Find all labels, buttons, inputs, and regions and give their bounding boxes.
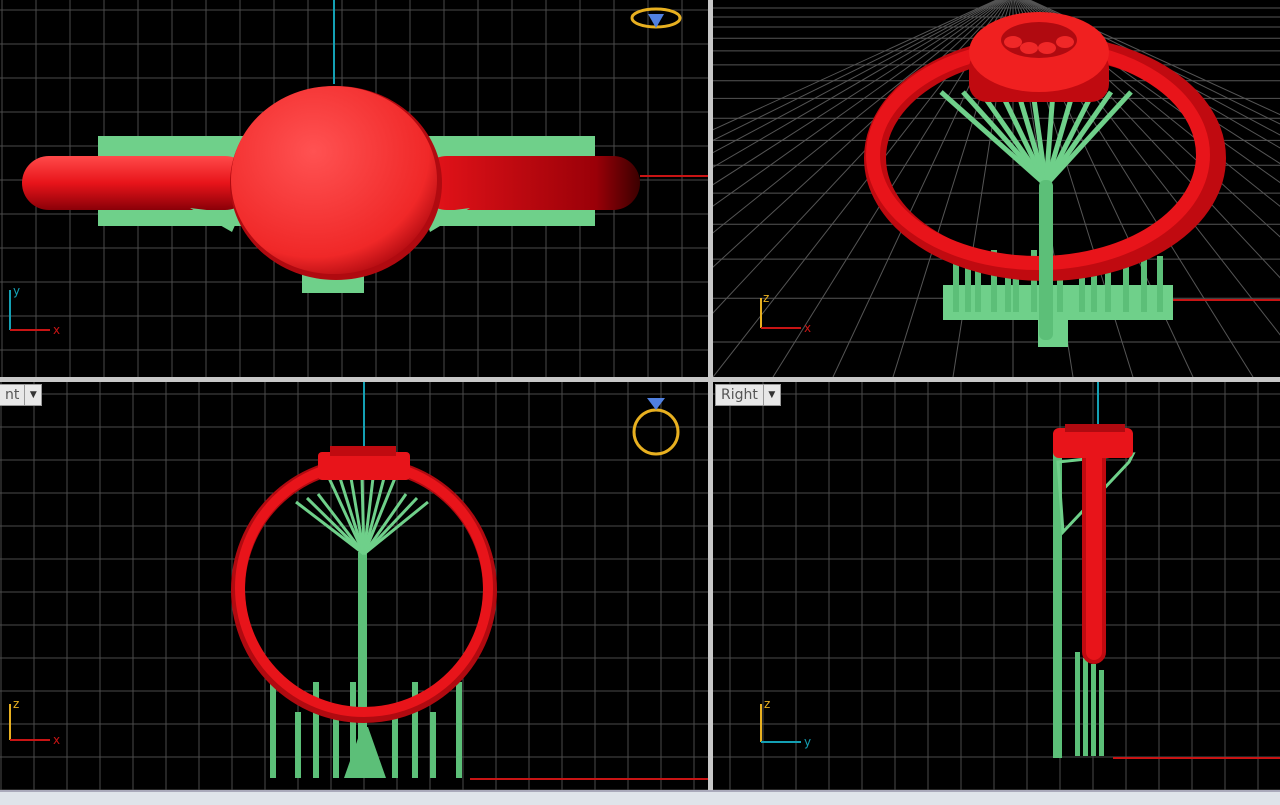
svg-text:x: x [53, 323, 60, 337]
gumball-ring-icon[interactable] [630, 7, 682, 29]
axis-widget-icon: z x [760, 291, 811, 335]
shank-left [22, 156, 252, 210]
main-sprue [1039, 180, 1053, 340]
viewport-front[interactable]: z x nt ▼ [0, 382, 708, 790]
viewport-tab-front[interactable]: nt ▼ [0, 384, 43, 406]
svg-text:x: x [804, 321, 811, 335]
axis-widget-icon: z y [760, 697, 811, 749]
svg-text:y: y [13, 284, 20, 298]
front-view-canvas: z x [0, 382, 708, 790]
viewport-top[interactable]: y x [0, 0, 708, 377]
ring-head-right [1053, 428, 1133, 458]
dropdown-arrow-icon[interactable]: ▼ [24, 385, 41, 405]
viewport-divider-horizontal[interactable] [0, 377, 1280, 382]
svg-text:z: z [764, 697, 770, 711]
axis-widget-icon: y x [9, 284, 60, 337]
dropdown-arrow-icon[interactable]: ▼ [762, 385, 780, 405]
top-view-canvas: y x [0, 0, 708, 377]
ring-head-front [318, 452, 410, 480]
right-view-canvas: z y [713, 382, 1280, 790]
viewport-tab-right[interactable]: Right ▼ [715, 384, 781, 406]
viewport-perspective[interactable]: z x [713, 0, 1280, 377]
svg-text:z: z [763, 291, 769, 305]
perspective-view-canvas: z x [713, 0, 1280, 377]
svg-text:y: y [804, 735, 811, 749]
viewport-right[interactable]: z y Right ▼ [713, 382, 1280, 790]
gumball-ring-icon[interactable] [632, 398, 680, 456]
ring-head-top [231, 86, 437, 274]
shank-right [420, 156, 640, 210]
viewport-divider-vertical[interactable] [708, 0, 713, 790]
axis-widget-icon: z x [9, 697, 60, 747]
svg-text:x: x [53, 733, 60, 747]
svg-text:z: z [13, 697, 19, 711]
